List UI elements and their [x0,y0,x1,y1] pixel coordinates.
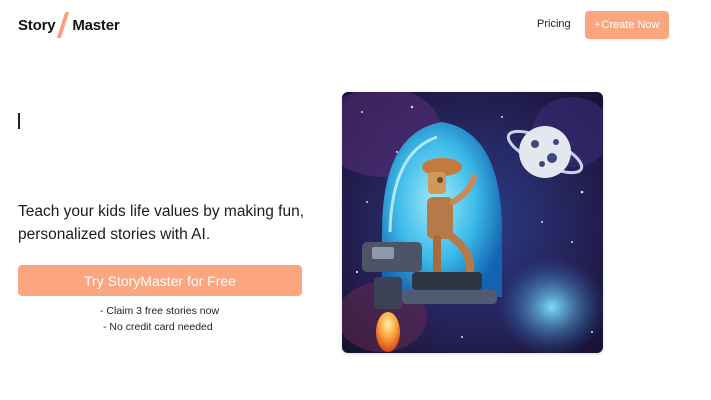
text-cursor [18,113,20,129]
nav-pricing-link[interactable]: Pricing [537,18,571,30]
perk-item: - Claim 3 free stories now [100,305,220,317]
hero-tagline: Teach your kids life values by making fu… [18,203,305,243]
logo-word-master: Master [72,16,120,34]
site-header: Story Master Pricing + Create Now [0,0,711,52]
plus-icon: + [594,19,601,31]
perks-list: - Claim 3 free stories now - No credit c… [18,303,318,335]
hero-illustration [342,92,603,353]
perk-item: - No credit card needed [103,321,213,333]
create-now-label: Create Now [601,19,660,31]
try-free-button[interactable]: Try StoryMaster for Free [18,265,302,296]
create-now-button[interactable]: + Create Now [585,11,669,39]
logo[interactable]: Story Master [18,11,120,39]
logo-word-story: Story [18,16,56,34]
logo-slash-icon [57,12,70,38]
